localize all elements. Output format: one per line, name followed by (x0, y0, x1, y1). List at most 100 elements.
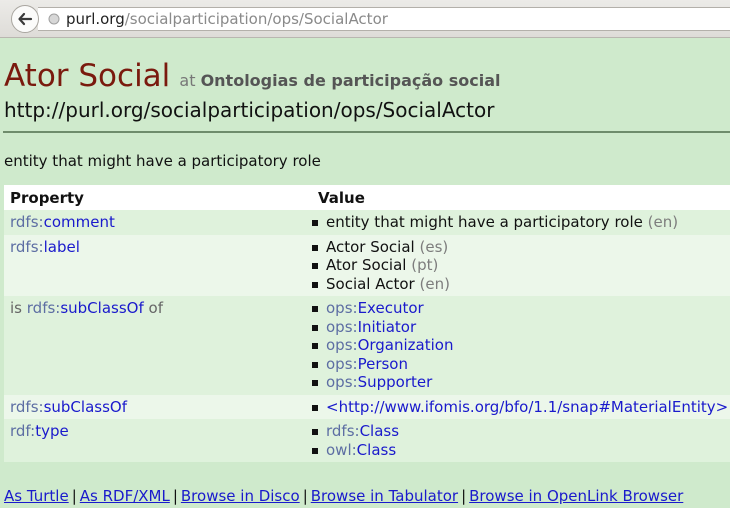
footer-link[interactable]: Browse in Disco (181, 487, 300, 505)
table-row: rdfs:subClassOf <http://www.ifomis.org/bf… (4, 394, 730, 419)
value-term: Initiator (357, 317, 417, 336)
globe-icon (48, 13, 60, 25)
back-button[interactable] (11, 5, 39, 33)
property-link[interactable]: rdf:type (10, 422, 69, 440)
ontology-name: Ontologias de participação social (200, 71, 501, 90)
property-prefix: rdf: (10, 422, 36, 440)
at-label: at (179, 71, 196, 90)
footer-separator: | (461, 487, 467, 505)
value-cell: rdfs:Class owl:Class (312, 419, 730, 462)
arrow-left-icon (18, 12, 33, 26)
value-prefix: ops: (326, 354, 358, 373)
property-link[interactable]: rdfs:label (10, 238, 80, 256)
value-item: Social Actor (en) (312, 275, 730, 294)
value-item: Actor Social (es) (312, 238, 730, 257)
property-column-header: Property (4, 185, 312, 210)
table-row: is rdfs:subClassOf of ops:Executor ops:Ini… (4, 296, 730, 395)
property-prefix: rdfs: (10, 237, 44, 256)
value-link[interactable]: ops:Executor (326, 299, 424, 317)
value-prefix: owl: (326, 440, 357, 459)
property-suffix: of (143, 299, 163, 317)
value-term: Person (357, 354, 408, 373)
properties-table: Property Value rdfs:comment entity that m… (4, 185, 730, 462)
value-column-header: Value (312, 185, 730, 210)
value-item: owl:Class (312, 441, 730, 460)
footer-links: As Turtle | As RDF/XML | Browse in Disco | Bro… (4, 487, 683, 505)
url-host: purl.org (66, 10, 125, 28)
value-link[interactable]: ops:Organization (326, 336, 453, 354)
property-cell: is rdfs:subClassOf of (4, 296, 312, 395)
value-cell: <http://www.ifomis.org/bfo/1.1/snap#Mate… (312, 394, 730, 419)
value-link[interactable]: ops:Supporter (326, 373, 432, 391)
value-item: ops:Executor (312, 299, 730, 318)
value-prefix: ops: (326, 299, 358, 317)
value-list: Actor Social (es) Ator Social (pt) Social … (312, 238, 730, 294)
value-link[interactable]: ops:Person (326, 355, 408, 373)
url-path: /socialparticipation/ops/SocialActor (124, 10, 388, 28)
value-prefix: rdfs: (326, 422, 360, 440)
language-tag: (es) (419, 237, 449, 256)
value-prefix: ops: (326, 373, 358, 391)
page-heading: Ator Social at Ontologias de participaçã… (4, 58, 500, 94)
value-cell: entity that might have a participatory r… (312, 210, 730, 235)
property-cell: rdfs:comment (4, 210, 312, 235)
footer-link[interactable]: Browse in OpenLink Browser (469, 487, 683, 505)
property-name: type (35, 422, 69, 440)
table-header-row: Property Value (4, 185, 730, 210)
value-term: Class (359, 422, 400, 440)
property-name: comment (43, 213, 115, 231)
value-link[interactable]: <http://www.ifomis.org/bfo/1.1/snap#Mate… (326, 398, 728, 416)
value-link[interactable]: rdfs:Class (326, 422, 399, 440)
browser-toolbar: purl.org/socialparticipation/ops/SocialA… (0, 0, 730, 38)
value-item: rdfs:Class (312, 422, 730, 441)
value-literal: Actor Social (326, 237, 415, 256)
value-item: ops:Supporter (312, 373, 730, 392)
property-name: subClassOf (60, 299, 144, 317)
value-list: <http://www.ifomis.org/bfo/1.1/snap#Mate… (312, 398, 730, 417)
resource-description: entity that might have a participatory r… (4, 152, 321, 170)
value-prefix: ops: (326, 336, 358, 354)
footer-link[interactable]: As Turtle (4, 487, 69, 505)
property-cell: rdfs:label (4, 234, 312, 296)
value-item: <http://www.ifomis.org/bfo/1.1/snap#Mate… (312, 398, 730, 417)
property-prefix: rdfs: (10, 213, 44, 231)
value-term: Supporter (357, 373, 433, 391)
value-link[interactable]: owl:Class (326, 441, 396, 459)
property-name: label (43, 237, 80, 256)
property-name: subClassOf (43, 397, 127, 416)
value-list: ops:Executor ops:Initiator ops:Organizatio… (312, 299, 730, 392)
value-cell: Actor Social (es) Ator Social (pt) Social … (312, 234, 730, 296)
language-tag: (en) (419, 274, 450, 293)
resource-uri: http://purl.org/socialparticipation/ops/… (4, 98, 495, 122)
footer-link[interactable]: As RDF/XML (80, 487, 170, 505)
table-row: rdf:type rdfs:Class owl:Class (4, 419, 730, 462)
page-title: Ator Social (4, 58, 171, 94)
property-qualifier: is (10, 299, 27, 317)
value-uri: <http://www.ifomis.org/bfo/1.1/snap#Mate… (326, 397, 729, 416)
property-link[interactable]: rdfs:comment (10, 213, 115, 231)
property-cell: rdf:type (4, 419, 312, 462)
value-term: Executor (357, 299, 424, 317)
value-literal: Ator Social (326, 256, 407, 274)
address-text[interactable]: purl.org/socialparticipation/ops/SocialA… (66, 10, 388, 28)
footer-separator: | (172, 487, 178, 505)
value-literal: entity that might have a participatory r… (326, 213, 643, 231)
value-term: Class (356, 440, 397, 459)
property-cell: rdfs:subClassOf (4, 394, 312, 419)
value-cell: ops:Executor ops:Initiator ops:Organizatio… (312, 296, 730, 395)
value-item: ops:Organization (312, 336, 730, 355)
footer-link[interactable]: Browse in Tabulator (311, 487, 458, 505)
property-link[interactable]: rdfs:subClassOf (27, 299, 144, 317)
value-prefix: ops: (326, 317, 358, 336)
value-list: rdfs:Class owl:Class (312, 422, 730, 459)
property-link[interactable]: rdfs:subClassOf (10, 398, 127, 416)
value-item: ops:Initiator (312, 318, 730, 337)
value-term: Organization (357, 336, 454, 354)
language-tag: (en) (647, 213, 679, 231)
value-link[interactable]: ops:Initiator (326, 318, 416, 336)
value-item: ops:Person (312, 355, 730, 374)
footer-separator: | (302, 487, 308, 505)
value-item: entity that might have a participatory r… (312, 213, 730, 232)
property-prefix: rdfs: (10, 397, 44, 416)
value-item: Ator Social (pt) (312, 256, 730, 275)
